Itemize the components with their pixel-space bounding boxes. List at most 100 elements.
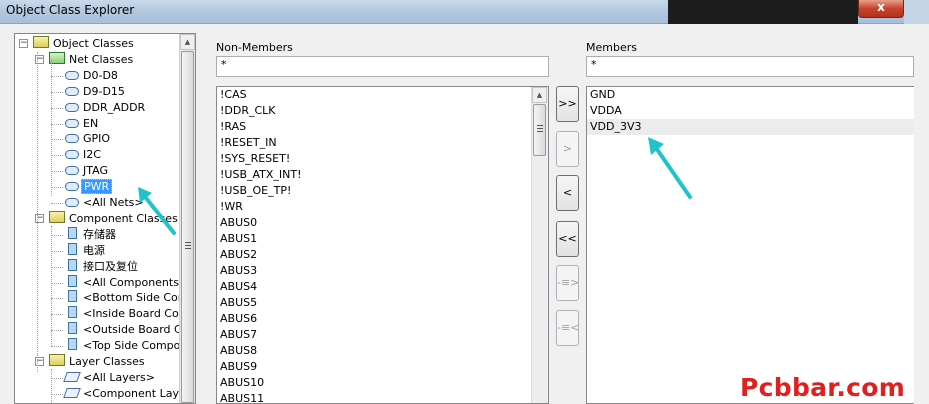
tree-item[interactable]: DDR_ADDR (65, 100, 147, 116)
tree-item-label: I2C (83, 148, 101, 162)
tree-item[interactable]: PWR (65, 179, 113, 195)
component-class-icon (68, 226, 77, 239)
tree-item-label: 存储器 (83, 227, 116, 241)
scroll-up-icon[interactable]: ▲ (180, 34, 195, 50)
collapse-icon[interactable]: − (19, 39, 28, 48)
list-item[interactable]: !WR (217, 199, 548, 215)
tree-item[interactable]: <Component Layers: (63, 386, 195, 402)
add-all-button[interactable]: >> (556, 86, 579, 122)
list-item[interactable]: ABUS9 (217, 359, 548, 375)
tree-item-label: PWR (81, 179, 113, 195)
list-item[interactable]: ABUS5 (217, 295, 548, 311)
tree-item-label: 接口及复位 (83, 259, 138, 273)
tree-item-label: <All Layers> (83, 370, 155, 384)
layer-class-icon (63, 387, 81, 398)
tree-item-label: EN (83, 116, 99, 130)
tree-item[interactable]: EN (65, 116, 100, 132)
net-class-icon (65, 102, 79, 112)
net-class-icon (65, 198, 79, 207)
component-class-icon (68, 290, 77, 303)
tree-item[interactable]: 接口及复位 (65, 258, 140, 275)
tree-item-label: JTAG (83, 164, 108, 178)
members-label: Members (586, 41, 637, 54)
list-item[interactable]: ABUS0 (217, 215, 548, 231)
tree-item[interactable]: <All Layers> (63, 370, 157, 386)
net-class-icon (65, 118, 79, 128)
close-button[interactable]: x (858, 0, 904, 18)
list-item[interactable]: !RESET_IN (217, 135, 548, 151)
list-item[interactable]: VDD_3V3 (587, 119, 914, 135)
list-item[interactable]: GND (587, 87, 914, 103)
annotation-arrow-icon (138, 187, 176, 235)
list-item[interactable]: ABUS2 (217, 247, 548, 263)
add-button[interactable]: > (556, 131, 579, 167)
tree-item[interactable]: I2C (65, 147, 103, 163)
net-class-icon (65, 166, 79, 176)
move-in-button[interactable]: -≡> (556, 265, 579, 301)
tree-item[interactable]: Layer Classes (49, 354, 147, 370)
list-item[interactable]: !SYS_RESET! (217, 151, 548, 167)
tree-item[interactable]: <Top Side Compone (65, 338, 195, 354)
list-item[interactable]: ABUS7 (217, 327, 548, 343)
tree-item[interactable]: <Bottom Side Compo (65, 290, 195, 306)
members-list[interactable]: GND VDDA VDD_3V3 (586, 86, 914, 404)
component-classes-folder-icon (49, 210, 65, 223)
tree-item[interactable]: Object Classes (33, 36, 136, 52)
net-class-icon (65, 86, 79, 96)
list-item[interactable]: ABUS3 (217, 263, 548, 279)
move-out-button[interactable]: -≡< (556, 310, 579, 346)
remove-all-button[interactable]: << (556, 221, 579, 257)
layer-classes-folder-icon (49, 354, 65, 366)
component-class-icon (68, 338, 77, 351)
list-item[interactable]: ABUS10 (217, 375, 548, 391)
tree-item-label: Object Classes (53, 37, 134, 50)
component-class-icon (68, 274, 77, 287)
tree-item-label: <All Components> (83, 275, 189, 289)
net-class-icon (65, 70, 79, 80)
tree-item[interactable]: JTAG (65, 163, 110, 179)
tree-item[interactable]: GPIO (65, 131, 112, 147)
list-item[interactable]: ABUS11 (217, 391, 548, 403)
non-members-filter-input[interactable]: * (216, 56, 549, 77)
list-item[interactable]: ABUS8 (217, 343, 548, 359)
list-item[interactable]: !USB_ATX_INT! (217, 167, 548, 183)
net-class-icon (65, 134, 79, 144)
remove-button[interactable]: < (556, 175, 579, 211)
component-class-icon (68, 258, 77, 271)
list-item[interactable]: !DDR_CLK (217, 103, 548, 119)
tree-item[interactable]: D9-D15 (65, 84, 127, 100)
tree-item[interactable]: 电源 (65, 242, 107, 259)
non-members-scrollbar[interactable]: ▲ (531, 87, 548, 403)
list-item[interactable]: ABUS1 (217, 231, 548, 247)
list-item[interactable]: ABUS4 (217, 279, 548, 295)
watermark-text: Pcbbar.com (740, 373, 906, 402)
list-item[interactable]: ABUS6 (217, 311, 548, 327)
tree-item[interactable]: <Inside Board Comp (65, 306, 195, 322)
tree-item[interactable]: Net Classes (49, 51, 135, 68)
tree-item-label: D0-D8 (83, 68, 118, 82)
non-members-list[interactable]: !CAS !DDR_CLK !RAS !RESET_IN !SYS_RESET! !USB… (216, 86, 549, 404)
net-class-icon (65, 182, 79, 192)
tree-item-label: GPIO (83, 132, 111, 146)
tree-item-label: Net Classes (69, 52, 134, 66)
net-class-icon (65, 150, 79, 160)
layer-class-icon (63, 371, 81, 382)
list-item[interactable]: !CAS (217, 87, 548, 103)
scroll-thumb[interactable] (533, 104, 546, 156)
scroll-up-icon[interactable]: ▲ (532, 87, 547, 103)
tree-item[interactable]: 存储器 (65, 226, 118, 243)
members-filter-input[interactable]: * (586, 56, 914, 77)
component-class-icon (68, 306, 77, 319)
title-bar-background (668, 0, 858, 24)
object-classes-icon (33, 36, 49, 48)
list-item[interactable]: !RAS (217, 119, 548, 135)
title-bar: Object Class Explorer x (0, 0, 929, 24)
tree-item-label: D9-D15 (83, 84, 125, 98)
list-item[interactable]: !USB_OE_TP! (217, 183, 548, 199)
tree-item[interactable]: <Outside Board Com (65, 322, 195, 338)
list-item[interactable]: VDDA (587, 103, 914, 119)
tree-item[interactable]: D0-D8 (65, 68, 120, 84)
tree-item[interactable]: <All Components> (65, 274, 190, 291)
component-class-icon (68, 322, 77, 335)
annotation-arrow-icon (648, 137, 692, 199)
